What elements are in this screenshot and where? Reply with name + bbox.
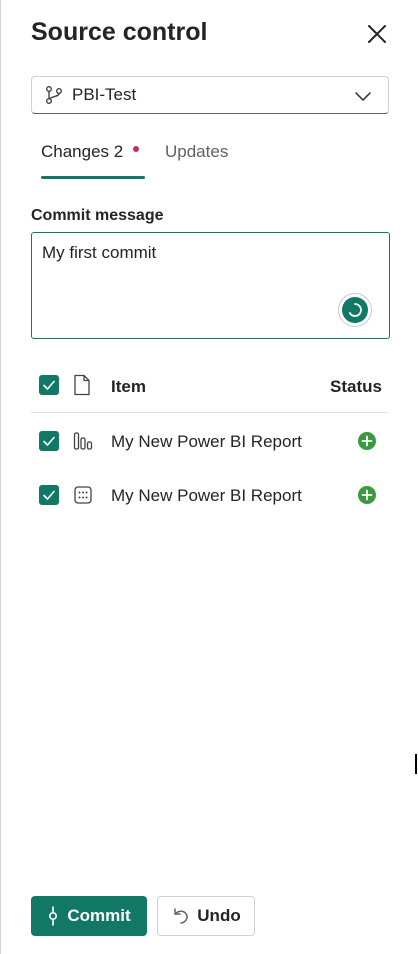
panel-title: Source control [31,18,208,46]
item-name: My New Power BI Report [111,432,302,451]
list-item[interactable]: My New Power BI Report [31,421,389,467]
close-icon [368,25,386,43]
branch-dropdown[interactable]: PBI-Test [31,76,389,114]
list-item[interactable]: My New Power BI Report [31,475,389,521]
chevron-down-icon [355,92,371,101]
tab-changes[interactable]: Changes 2 [41,142,145,179]
tab-updates[interactable]: Updates [165,142,228,178]
close-button[interactable] [363,20,391,48]
commit-icon [47,906,59,926]
item-name: My New Power BI Report [111,486,302,505]
commit-message-text: My first commit [42,243,157,262]
tab-updates-label: Updates [165,142,229,161]
commit-button-label: Commit [67,906,131,925]
changes-list-header: Item Status [31,366,389,413]
report-icon [73,432,93,450]
status-column-header: Status [330,377,382,396]
copilot-suggest-button[interactable] [338,293,372,327]
added-icon [358,486,376,504]
document-icon [74,374,90,396]
undo-button[interactable]: Undo [157,896,255,936]
undo-button-label: Undo [197,906,241,925]
commit-message-input[interactable]: My first commit [31,232,390,339]
added-icon [358,432,376,450]
item-checkbox[interactable] [39,431,59,451]
active-tab-underline [41,176,145,179]
commit-button[interactable]: Commit [31,896,147,936]
item-column-header: Item [111,377,146,396]
select-all-checkbox[interactable] [39,375,59,395]
branch-name: PBI-Test [72,85,137,104]
checkmark-icon [43,436,55,446]
unsaved-indicator-dot [133,146,140,152]
undo-icon [171,906,191,926]
text-cursor-icon [415,754,417,774]
tab-list: Changes 2 Updates [31,138,389,179]
checkmark-icon [43,490,55,500]
checkmark-icon [43,380,55,390]
source-control-panel: Source control PBI-Test Changes 2 Update… [0,0,418,954]
branch-icon [44,84,66,106]
item-checkbox[interactable] [39,485,59,505]
commit-message-label: Commit message [31,207,164,224]
tab-changes-label: Changes 2 [41,142,124,161]
semantic-model-icon [74,486,92,504]
loading-spinner-icon [342,297,368,323]
